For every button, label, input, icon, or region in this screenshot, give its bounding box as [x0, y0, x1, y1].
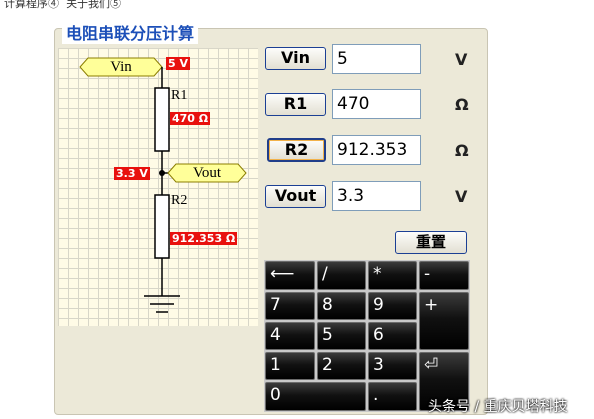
vin-value-label: 5 V: [166, 57, 190, 70]
reset-button[interactable]: 重置: [395, 231, 467, 254]
r2-button[interactable]: R2: [267, 138, 326, 162]
key-7[interactable]: 7: [265, 292, 315, 320]
vout-button[interactable]: Vout: [265, 185, 326, 208]
key-5[interactable]: 5: [317, 322, 366, 350]
watermark: 头条号 / 重庆贝塔科技: [428, 399, 568, 415]
resistor-r2: [154, 194, 170, 259]
r2-name-label: R2: [171, 193, 188, 208]
r1-button[interactable]: R1: [265, 93, 326, 116]
vout-value-label: 3.3 V: [114, 167, 150, 180]
key-0[interactable]: 0: [265, 382, 366, 411]
r1-unit: Ω: [455, 95, 469, 114]
vout-tag: Vout: [192, 165, 222, 181]
menu-item-calc[interactable]: 计算程序④: [4, 0, 59, 10]
dot-key[interactable]: .: [368, 382, 417, 411]
r1-input[interactable]: 470: [332, 89, 421, 119]
r2-input[interactable]: 912.353: [332, 135, 421, 165]
panel-title: 电阻串联分压计算: [62, 20, 199, 44]
circuit-diagram: Vin 5 V R1 470 Ω Vout 3.3 V R2 912.353 Ω: [58, 48, 258, 326]
plus-key[interactable]: +: [419, 292, 469, 350]
divide-key[interactable]: /: [317, 261, 366, 290]
key-2[interactable]: 2: [317, 352, 366, 380]
key-3[interactable]: 3: [368, 352, 417, 380]
top-menu: 计算程序④ 关于我们⑤: [0, 0, 594, 10]
vin-tag: Vin: [110, 59, 132, 75]
menu-item-about[interactable]: 关于我们⑤: [66, 0, 121, 10]
vout-input[interactable]: 3.3: [332, 181, 421, 211]
vin-unit: V: [455, 50, 468, 69]
r1-value-label: 470 Ω: [170, 112, 211, 125]
resistor-r1: [154, 87, 170, 152]
circuit-svg: [79, 57, 247, 313]
r2-value-label: 912.353 Ω: [170, 232, 238, 245]
r2-unit: Ω: [455, 141, 469, 160]
multiply-key[interactable]: *: [368, 261, 417, 290]
key-8[interactable]: 8: [317, 292, 366, 320]
vin-input[interactable]: 5: [332, 44, 421, 74]
keypad: ⟵ / * - 7 8 9 + 4 5 6 1 2 3 ⏎ 0 .: [264, 260, 470, 412]
key-1[interactable]: 1: [265, 352, 315, 380]
key-6[interactable]: 6: [368, 322, 417, 350]
r1-name-label: R1: [171, 88, 188, 103]
backspace-key[interactable]: ⟵: [265, 261, 315, 290]
key-9[interactable]: 9: [368, 292, 417, 320]
key-4[interactable]: 4: [265, 322, 315, 350]
vin-button[interactable]: Vin: [265, 47, 326, 70]
vout-unit: V: [455, 187, 468, 206]
minus-key[interactable]: -: [419, 261, 469, 290]
